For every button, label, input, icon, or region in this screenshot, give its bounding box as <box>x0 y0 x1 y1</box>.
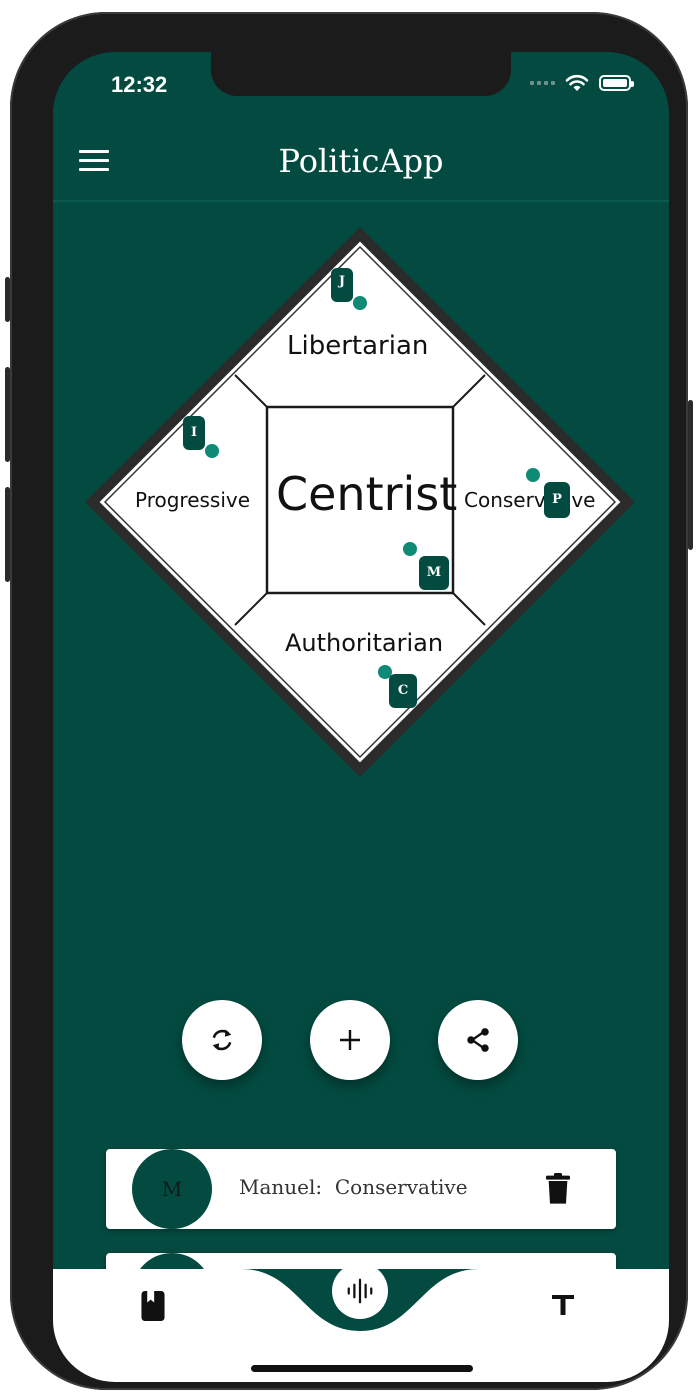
label-centrist: Centrist <box>276 467 458 521</box>
marker-m-dot <box>403 542 417 556</box>
phone-frame: 12:32 PoliticApp Libertarian Progressive… <box>5 12 693 1390</box>
marker-p-dot <box>526 468 540 482</box>
home-indicator[interactable] <box>251 1365 473 1372</box>
book-button[interactable] <box>141 1291 169 1323</box>
political-compass <box>85 227 635 777</box>
label-progressive: Progressive <box>135 488 251 512</box>
marker-c[interactable]: C <box>389 674 417 708</box>
book-icon <box>141 1291 165 1321</box>
audio-button[interactable] <box>332 1263 388 1319</box>
marker-i-dot <box>205 444 219 458</box>
app-screen: 12:32 PoliticApp Libertarian Progressive… <box>53 52 669 1382</box>
marker-j[interactable]: J <box>331 268 353 302</box>
refresh-icon <box>212 1029 232 1051</box>
volume-down-button <box>5 487 10 582</box>
volume-up-button <box>5 367 10 462</box>
person-result: Manuel: Conservative <box>239 1175 468 1199</box>
marker-m[interactable]: M <box>419 556 449 590</box>
marker-j-dot <box>353 296 367 310</box>
marker-i[interactable]: I <box>183 416 205 450</box>
share-icon <box>467 1028 489 1052</box>
text-button[interactable] <box>551 1293 579 1321</box>
power-button <box>688 400 693 550</box>
avatar: M <box>132 1149 212 1229</box>
share-button[interactable] <box>438 1000 518 1080</box>
text-icon <box>552 1295 574 1315</box>
list-item[interactable]: M Manuel: Conservative <box>106 1149 616 1229</box>
trash-icon[interactable] <box>544 1173 572 1205</box>
mute-switch <box>5 277 10 322</box>
add-button[interactable] <box>310 1000 390 1080</box>
marker-p[interactable]: P <box>544 482 570 518</box>
label-libertarian: Libertarian <box>287 331 429 361</box>
refresh-button[interactable] <box>182 1000 262 1080</box>
plus-icon <box>340 1030 360 1050</box>
label-authoritarian: Authoritarian <box>285 629 444 657</box>
label-conservative: Conservative <box>464 488 596 512</box>
audio-wave-icon <box>347 1278 373 1304</box>
